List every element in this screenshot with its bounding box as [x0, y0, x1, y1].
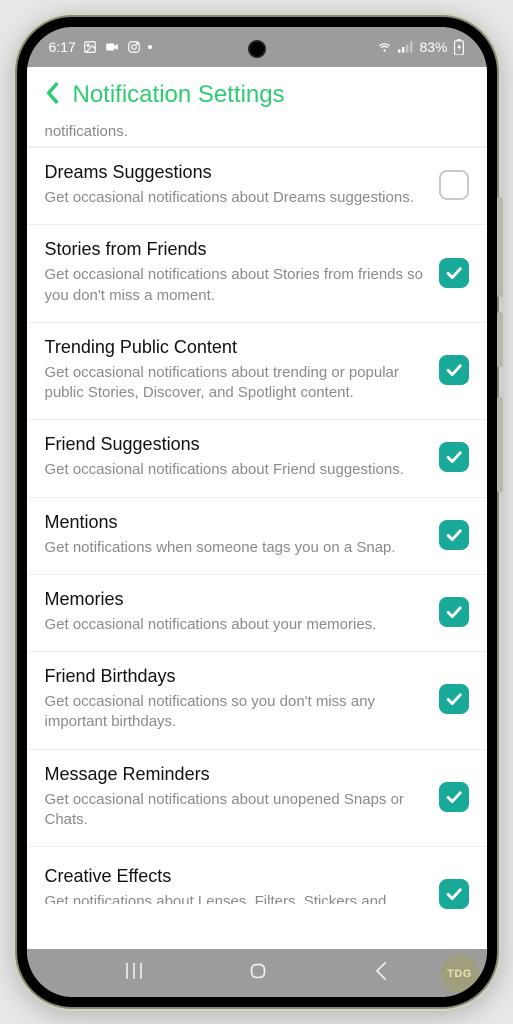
settings-content[interactable]: notifications. Dreams Suggestions Get occ…	[27, 123, 487, 949]
settings-checkbox[interactable]	[439, 258, 469, 288]
settings-checkbox[interactable]	[439, 442, 469, 472]
front-camera	[248, 40, 266, 58]
settings-row-desc: Get occasional notifications about Dream…	[45, 188, 425, 208]
settings-row-desc: Get notifications about Lenses, Filters,…	[45, 892, 425, 904]
settings-row[interactable]: Friend Birthdays Get occasional notificat…	[27, 652, 487, 750]
settings-row-title: Creative Effects	[45, 866, 425, 887]
settings-row-text: Memories Get occasional notifications abo…	[45, 589, 425, 635]
settings-checkbox[interactable]	[439, 782, 469, 812]
settings-row-desc: Get occasional notifications about trend…	[45, 363, 425, 404]
screen: 6:17 83%	[27, 27, 487, 997]
settings-row-title: Stories from Friends	[45, 239, 425, 260]
signal-icon	[398, 41, 414, 53]
chevron-left-icon	[45, 82, 61, 104]
settings-row-text: Friend Birthdays Get occasional notificat…	[45, 666, 425, 733]
battery-icon	[453, 39, 465, 55]
instagram-icon	[127, 40, 141, 54]
settings-row[interactable]: Stories from Friends Get occasional notif…	[27, 225, 487, 323]
video-icon	[104, 40, 120, 54]
settings-row-text: Trending Public Content Get occasional no…	[45, 337, 425, 404]
settings-row-title: Mentions	[45, 512, 425, 533]
android-nav-bar: TDG	[27, 949, 487, 997]
settings-row-text: Mentions Get notifications when someone t…	[45, 512, 425, 558]
settings-list: Dreams Suggestions Get occasional notific…	[27, 147, 487, 909]
status-right: 83%	[376, 39, 464, 55]
more-dot-icon	[148, 45, 152, 49]
settings-row[interactable]: Friend Suggestions Get occasional notific…	[27, 420, 487, 497]
phone-frame: 6:17 83%	[17, 17, 497, 1007]
settings-row-desc: Get occasional notifications about Frien…	[45, 460, 425, 480]
settings-row-text: Stories from Friends Get occasional notif…	[45, 239, 425, 306]
settings-row-desc: Get occasional notifications so you don'…	[45, 692, 425, 733]
settings-checkbox[interactable]	[439, 520, 469, 550]
settings-row[interactable]: Dreams Suggestions Get occasional notific…	[27, 148, 487, 225]
image-icon	[83, 40, 97, 54]
header: Notification Settings	[27, 67, 487, 123]
settings-row-title: Friend Birthdays	[45, 666, 425, 687]
recents-button[interactable]	[123, 961, 145, 986]
settings-row[interactable]: Creative Effects Get notifications about …	[27, 847, 487, 909]
settings-row-text: Creative Effects Get notifications about …	[45, 866, 425, 904]
status-battery-text: 83%	[419, 39, 447, 55]
phone-side-button	[497, 397, 503, 492]
settings-row-title: Trending Public Content	[45, 337, 425, 358]
back-button[interactable]	[39, 76, 67, 115]
settings-row-desc: Get notifications when someone tags you …	[45, 538, 425, 558]
home-button[interactable]	[247, 960, 269, 987]
settings-row-title: Friend Suggestions	[45, 434, 425, 455]
settings-checkbox[interactable]	[439, 597, 469, 627]
wifi-icon	[376, 40, 393, 54]
brand-badge: TDG	[441, 955, 479, 993]
device-back-button[interactable]	[372, 960, 390, 987]
settings-row-title: Dreams Suggestions	[45, 162, 425, 183]
phone-side-button	[497, 197, 503, 297]
settings-row-desc: Get occasional notifications about unope…	[45, 790, 425, 831]
settings-row-desc: Get occasional notifications about Stori…	[45, 265, 425, 306]
settings-row-text: Dreams Suggestions Get occasional notific…	[45, 162, 425, 208]
settings-checkbox[interactable]	[439, 879, 469, 909]
page-title: Notification Settings	[73, 81, 285, 109]
settings-row[interactable]: Mentions Get notifications when someone t…	[27, 498, 487, 575]
settings-row-text: Friend Suggestions Get occasional notific…	[45, 434, 425, 480]
settings-row[interactable]: Trending Public Content Get occasional no…	[27, 323, 487, 421]
settings-row-title: Message Reminders	[45, 764, 425, 785]
settings-row[interactable]: Message Reminders Get occasional notifica…	[27, 750, 487, 848]
settings-row[interactable]: Memories Get occasional notifications abo…	[27, 575, 487, 652]
settings-checkbox[interactable]	[439, 170, 469, 200]
settings-checkbox[interactable]	[439, 684, 469, 714]
status-left: 6:17	[49, 39, 152, 55]
status-time: 6:17	[49, 39, 76, 55]
phone-side-button	[497, 312, 503, 367]
settings-row-title: Memories	[45, 589, 425, 610]
settings-row-desc: Get occasional notifications about your …	[45, 615, 425, 635]
settings-checkbox[interactable]	[439, 355, 469, 385]
settings-row-text: Message Reminders Get occasional notifica…	[45, 764, 425, 831]
partial-row-top: notifications.	[27, 123, 487, 147]
